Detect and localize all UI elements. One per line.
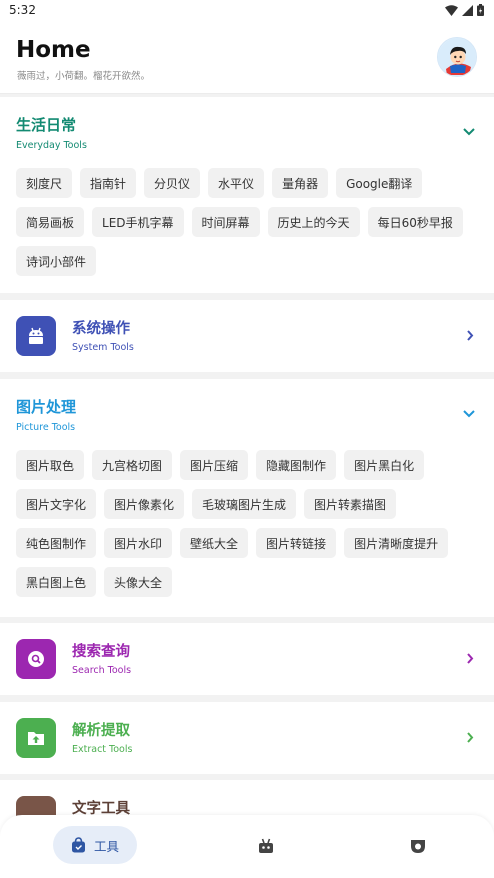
section-extract-subtitle: Extract Tools xyxy=(72,744,133,755)
page-title: Home xyxy=(16,37,91,63)
chip-daily-news[interactable]: 每日60秒早报 xyxy=(367,207,463,237)
avatar[interactable] xyxy=(437,37,477,77)
signal-icon xyxy=(462,4,473,16)
chip-solid-color[interactable]: 纯色图制作 xyxy=(16,528,97,558)
chip-google-translate[interactable]: Google翻译 xyxy=(336,168,423,198)
chevron-right-icon xyxy=(467,653,474,664)
chip-drawing-board[interactable]: 简易画板 xyxy=(16,207,85,237)
chip-color-picker[interactable]: 图片取色 xyxy=(16,450,85,480)
chip-row: 纯色图制作 图片水印 壁纸大全 图片转链接 图片清晰度提升 xyxy=(16,528,449,558)
section-everyday: 生活日常 Everyday Tools 刻度尺 指南针 分贝仪 水平仪 量角器 … xyxy=(0,97,494,293)
chip-pixelate[interactable]: 图片像素化 xyxy=(104,489,185,519)
bag-icon xyxy=(71,837,85,853)
chip-sketch[interactable]: 图片转素描图 xyxy=(304,489,397,519)
status-bar: 5:32 xyxy=(0,0,494,22)
chip-ruler[interactable]: 刻度尺 xyxy=(16,168,73,198)
chip-watermark[interactable]: 图片水印 xyxy=(104,528,173,558)
chip-hidden-image[interactable]: 隐藏图制作 xyxy=(256,450,337,480)
nav-tools-label: 工具 xyxy=(93,838,119,854)
status-time: 5:32 xyxy=(9,3,36,17)
bottom-nav: 工具 xyxy=(0,815,494,878)
chip-time-screen[interactable]: 时间屏幕 xyxy=(191,207,260,237)
section-extract[interactable]: 解析提取 Extract Tools xyxy=(0,702,494,774)
battery-icon xyxy=(477,4,484,16)
chevron-right-icon xyxy=(467,330,474,341)
chip-avatars[interactable]: 头像大全 xyxy=(104,567,173,597)
chevron-down-icon[interactable] xyxy=(462,409,476,419)
chip-level[interactable]: 水平仪 xyxy=(208,168,265,198)
chip-colorize[interactable]: 黑白图上色 xyxy=(16,567,97,597)
chip-row: 图片文字化 图片像素化 毛玻璃图片生成 图片转素描图 xyxy=(16,489,397,519)
section-everyday-subtitle: Everyday Tools xyxy=(16,140,87,151)
wifi-icon xyxy=(445,4,458,16)
section-search-title: 搜索查询 xyxy=(72,644,130,660)
chip-protractor[interactable]: 量角器 xyxy=(272,168,329,198)
page-subtitle: 薇雨过，小荷翻。榴花开欲然。 xyxy=(17,71,151,82)
avatar-illustration-icon xyxy=(438,38,476,76)
status-icons xyxy=(445,4,484,16)
chip-frosted-glass[interactable]: 毛玻璃图片生成 xyxy=(192,489,297,519)
section-system[interactable]: 系统操作 System Tools xyxy=(0,300,494,372)
section-search[interactable]: 搜索查询 Search Tools xyxy=(0,623,494,695)
section-picture-title: 图片处理 xyxy=(16,398,77,416)
section-system-title: 系统操作 xyxy=(72,321,130,337)
chip-row: 简易画板 LED手机字幕 时间屏幕 历史上的今天 每日60秒早报 xyxy=(16,207,463,237)
chip-poetry-widget[interactable]: 诗词小部件 xyxy=(16,246,97,276)
section-everyday-title: 生活日常 xyxy=(16,116,77,134)
chip-row: 黑白图上色 头像大全 xyxy=(16,567,173,597)
chip-compress[interactable]: 图片压缩 xyxy=(180,450,249,480)
search-icon xyxy=(16,639,56,679)
chip-image-to-link[interactable]: 图片转链接 xyxy=(256,528,337,558)
section-extract-title: 解析提取 xyxy=(72,723,130,739)
chip-row: 图片取色 九宫格切图 图片压缩 隐藏图制作 图片黑白化 xyxy=(16,450,425,480)
android-icon xyxy=(16,316,56,356)
upload-icon xyxy=(16,718,56,758)
chip-decibel[interactable]: 分贝仪 xyxy=(144,168,201,198)
chip-enhance[interactable]: 图片清晰度提升 xyxy=(344,528,449,558)
section-search-subtitle: Search Tools xyxy=(72,665,132,676)
section-picture: 图片处理 Picture Tools 图片取色 九宫格切图 图片压缩 隐藏图制作… xyxy=(0,379,494,617)
section-picture-subtitle: Picture Tools xyxy=(16,422,76,433)
chip-grayscale[interactable]: 图片黑白化 xyxy=(344,450,425,480)
section-system-subtitle: System Tools xyxy=(72,342,134,353)
chip-row: 刻度尺 指南针 分贝仪 水平仪 量角器 Google翻译 xyxy=(16,168,423,198)
chip-compass[interactable]: 指南针 xyxy=(80,168,137,198)
chip-image-to-text[interactable]: 图片文字化 xyxy=(16,489,97,519)
chip-grid-cut[interactable]: 九宫格切图 xyxy=(92,450,173,480)
chip-led-caption[interactable]: LED手机字幕 xyxy=(92,207,184,237)
nav-tools[interactable]: 工具 xyxy=(53,826,137,864)
chip-wallpapers[interactable]: 壁纸大全 xyxy=(180,528,249,558)
chip-history-today[interactable]: 历史上的今天 xyxy=(267,207,360,237)
chip-row: 诗词小部件 xyxy=(16,246,97,276)
badge-icon[interactable] xyxy=(409,837,427,855)
app-header: Home 薇雨过，小荷翻。榴花开欲然。 xyxy=(0,22,494,94)
robot-icon[interactable] xyxy=(257,837,275,855)
chevron-down-icon[interactable] xyxy=(462,127,476,137)
chevron-right-icon xyxy=(467,732,474,743)
